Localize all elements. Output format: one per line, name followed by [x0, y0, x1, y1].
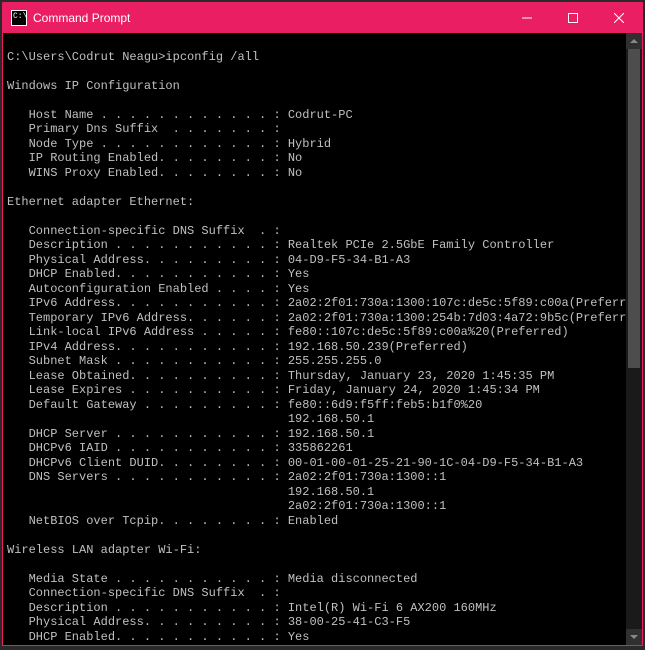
scroll-track[interactable] [626, 49, 642, 629]
titlebar[interactable]: C:\ Command Prompt [3, 3, 642, 33]
command-prompt-window: C:\ Command Prompt C:\Users\Codrut Neagu… [2, 2, 643, 646]
maximize-icon [568, 13, 578, 23]
minimize-button[interactable] [504, 3, 550, 33]
chevron-up-icon [630, 39, 638, 43]
console-output[interactable]: C:\Users\Codrut Neagu>ipconfig /all Wind… [3, 33, 626, 645]
chevron-down-icon [630, 635, 638, 639]
console-area: C:\Users\Codrut Neagu>ipconfig /all Wind… [3, 33, 642, 645]
window-title: Command Prompt [33, 11, 130, 25]
scroll-up-button[interactable] [626, 33, 642, 49]
maximize-button[interactable] [550, 3, 596, 33]
close-button[interactable] [596, 3, 642, 33]
cmd-prompt-icon: C:\ [11, 10, 27, 26]
vertical-scrollbar[interactable] [626, 33, 642, 645]
scroll-down-button[interactable] [626, 629, 642, 645]
minimize-icon [522, 13, 532, 23]
scroll-thumb[interactable] [628, 49, 640, 368]
close-icon [614, 13, 624, 23]
